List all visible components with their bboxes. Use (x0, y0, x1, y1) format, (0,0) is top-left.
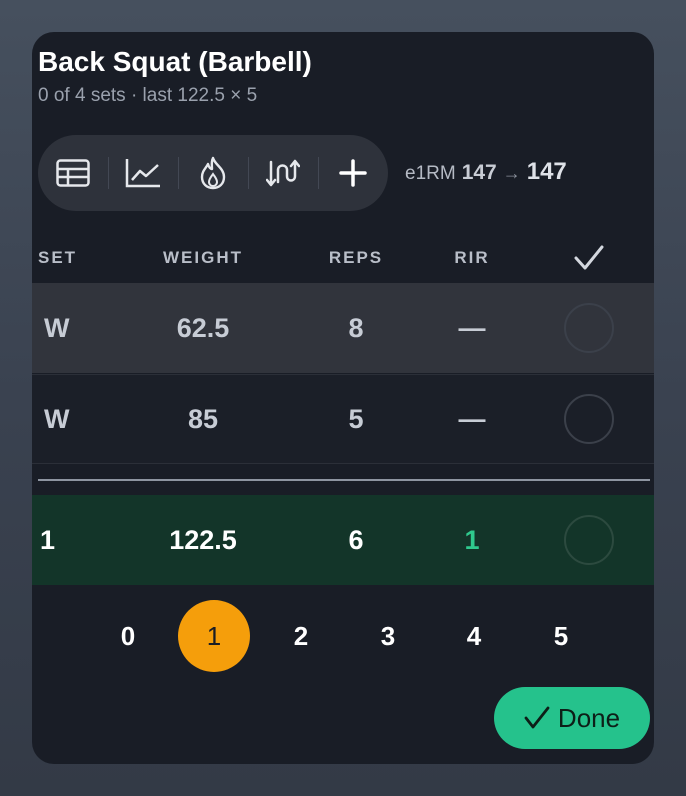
done-button[interactable]: Done (494, 687, 650, 749)
swap-icon (266, 159, 300, 187)
rir-value[interactable]: — (412, 375, 532, 463)
header-check-icon (544, 238, 634, 278)
e1rm-label: e1RM (405, 163, 456, 184)
e1rm-from: 147 (461, 161, 497, 184)
flame-icon (200, 156, 226, 190)
weight-value[interactable]: 62.5 (143, 283, 263, 373)
weight-value[interactable]: 122.5 (143, 495, 263, 585)
checkmark-icon (524, 706, 550, 729)
flame-button[interactable] (178, 135, 248, 211)
swap-button[interactable] (248, 135, 318, 211)
warmup-divider (38, 479, 650, 481)
e1rm-to: 147 (526, 158, 567, 185)
exercise-toolbar (38, 135, 388, 211)
complete-set-toggle[interactable] (544, 283, 634, 373)
rir-option-4[interactable]: 4 (438, 600, 510, 672)
rir-option-1[interactable]: 1 (178, 600, 250, 672)
e1rm-readout: e1RM 147 → 147 (405, 158, 567, 186)
reps-value[interactable]: 5 (296, 375, 416, 463)
chart-icon (125, 159, 160, 188)
rir-option-0[interactable]: 0 (92, 600, 164, 672)
rir-option-2[interactable]: 2 (265, 600, 337, 672)
header-set: SET (38, 248, 78, 267)
header-rir: RIR (454, 248, 490, 267)
exercise-card: Back Squat (Barbell) 0 of 4 sets · last … (32, 32, 654, 764)
exercise-title: Back Squat (Barbell) (38, 46, 312, 77)
circle-icon (564, 394, 614, 444)
table-row[interactable]: W 85 5 — (32, 374, 654, 464)
weight-value[interactable]: 85 (143, 375, 263, 463)
header-reps: REPS (328, 248, 384, 267)
exercise-subtitle: 0 of 4 sets · last 122.5 × 5 (38, 85, 258, 106)
plus-icon (339, 159, 367, 187)
chart-button[interactable] (108, 135, 178, 211)
complete-set-toggle[interactable] (544, 375, 634, 463)
rir-option-3[interactable]: 3 (352, 600, 424, 672)
set-label: 1 (40, 524, 56, 555)
add-button[interactable] (318, 135, 388, 211)
header-weight: WEIGHT (163, 248, 243, 267)
rir-value[interactable]: 1 (412, 495, 532, 585)
reps-value[interactable]: 8 (296, 283, 416, 373)
rir-picker: 0 1 2 3 4 5 (32, 599, 654, 673)
circle-icon (564, 515, 614, 565)
reps-value[interactable]: 6 (296, 495, 416, 585)
rir-option-5[interactable]: 5 (525, 600, 597, 672)
table-row[interactable]: W 62.5 8 — (32, 283, 654, 373)
set-label: W (44, 403, 70, 434)
set-label: W (44, 312, 70, 343)
table-header: SET WEIGHT REPS RIR (32, 238, 654, 278)
done-label: Done (557, 702, 621, 733)
complete-set-toggle[interactable] (544, 495, 634, 585)
table-row-active[interactable]: 1 122.5 6 1 (32, 495, 654, 585)
circle-icon (564, 303, 614, 353)
table-button[interactable] (38, 135, 108, 211)
table-icon (56, 159, 90, 187)
arrow-right-icon: → (502, 163, 521, 183)
rir-value[interactable]: — (412, 283, 532, 373)
